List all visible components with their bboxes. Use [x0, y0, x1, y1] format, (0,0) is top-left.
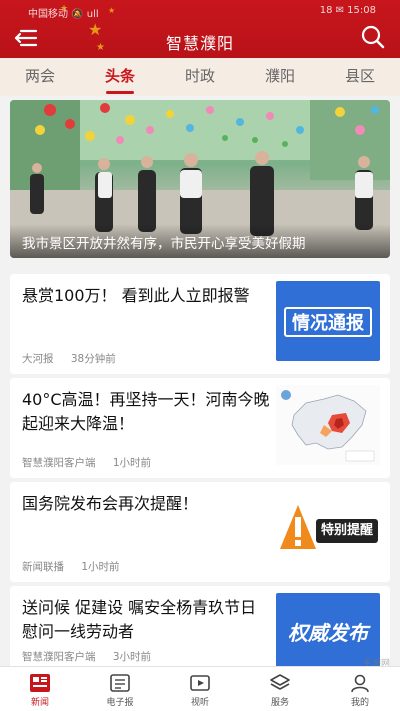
nav-label: 视听	[190, 698, 209, 708]
news-source: 大河报	[22, 353, 54, 365]
news-title: 国务院发布会再次提醒！	[22, 494, 199, 513]
nav-profile[interactable]: 我的	[320, 667, 400, 711]
news-meta: 智慧濮阳客户端 3小时前	[22, 649, 151, 664]
tab-toutiao[interactable]: 头条	[80, 58, 160, 96]
search-icon[interactable]	[360, 24, 386, 50]
tab-lianghui[interactable]: 两会	[0, 58, 80, 96]
nav-news[interactable]: 新闻	[0, 667, 80, 711]
news-card[interactable]: 国务院发布会再次提醒！ 新闻联播 1小时前 特别提醒	[10, 482, 390, 582]
news-card[interactable]: 悬赏100万！ 看到此人立即报警 大河报 38分钟前 情况通报	[10, 274, 390, 374]
tab-puyang[interactable]: 濮阳	[240, 58, 320, 96]
news-thumbnail: 情况通报	[276, 281, 380, 361]
thumb-caption: 特别提醒	[316, 519, 378, 543]
tab-xianqu[interactable]: 县区	[320, 58, 400, 96]
tab-shizheng[interactable]: 时政	[160, 58, 240, 96]
news-source: 智慧濮阳客户端	[22, 457, 96, 469]
bottom-nav: 新闻 电子报 视听 服务 我的	[0, 666, 400, 711]
status-carrier: 中国移动 🔕 ull	[28, 9, 99, 20]
china-temperature-map	[276, 385, 380, 465]
news-card[interactable]: 送问候 促建设 嘱安全杨青玖节日慰问一线劳动者 智慧濮阳客户端 3小时前 权威发…	[10, 586, 390, 672]
app-header: ★ ★ ★ ★ 中国移动 🔕 ull 18 ✉ 15:08 智慧濮阳	[0, 0, 400, 58]
news-title: 送问候 促建设 嘱安全杨青玖节日慰问一线劳动者	[22, 598, 257, 641]
status-clock: 18 ✉ 15:08	[319, 5, 376, 16]
news-thumbnail: 特别提醒	[276, 489, 380, 569]
nav-video[interactable]: 视听	[160, 667, 240, 711]
news-time: 1小时前	[81, 561, 120, 573]
profile-icon	[351, 674, 369, 693]
news-meta: 智慧濮阳客户端 1小时前	[22, 455, 151, 470]
channel-tabs: 两会 头条 时政 濮阳 县区	[0, 58, 400, 96]
nav-label: 我的	[350, 698, 369, 708]
news-time: 3小时前	[112, 651, 152, 663]
status-bar: 中国移动 🔕 ull 18 ✉ 15:08	[0, 0, 400, 20]
news-time: 1小时前	[112, 457, 152, 469]
epaper-icon	[110, 674, 130, 692]
news-card[interactable]: 40°C高温！再坚持一天！河南今晚起迎来大降温！ 智慧濮阳客户端 1小时前	[10, 378, 390, 478]
news-icon	[30, 674, 50, 692]
warning-icon	[280, 505, 316, 549]
nav-label: 服务	[270, 698, 289, 708]
nav-epaper[interactable]: 电子报	[80, 667, 160, 711]
service-icon	[270, 674, 290, 690]
nav-label: 新闻	[30, 698, 49, 708]
video-icon	[190, 675, 210, 691]
nav-label: 电子报	[106, 698, 134, 708]
news-meta: 大河报 38分钟前	[22, 351, 116, 366]
news-source: 智慧濮阳客户端	[22, 651, 96, 663]
news-thumbnail-map	[276, 385, 380, 465]
news-title: 悬赏100万！ 看到此人立即报警	[22, 286, 250, 305]
news-source: 新闻联播	[22, 561, 64, 573]
thumb-caption: 权威发布	[288, 621, 368, 645]
news-time: 38分钟前	[70, 353, 116, 365]
page-title: 智慧濮阳	[165, 34, 234, 53]
thumb-caption: 情况通报	[284, 307, 372, 337]
hero-caption: 我市景区开放井然有序，市民开心享受美好假期	[10, 224, 390, 258]
hero-banner[interactable]: 我市景区开放井然有序，市民开心享受美好假期	[10, 100, 390, 258]
news-meta: 新闻联播 1小时前	[22, 559, 120, 574]
nav-service[interactable]: 服务	[240, 667, 320, 711]
news-title: 40°C高温！再坚持一天！河南今晚起迎来大降温！	[22, 390, 270, 433]
